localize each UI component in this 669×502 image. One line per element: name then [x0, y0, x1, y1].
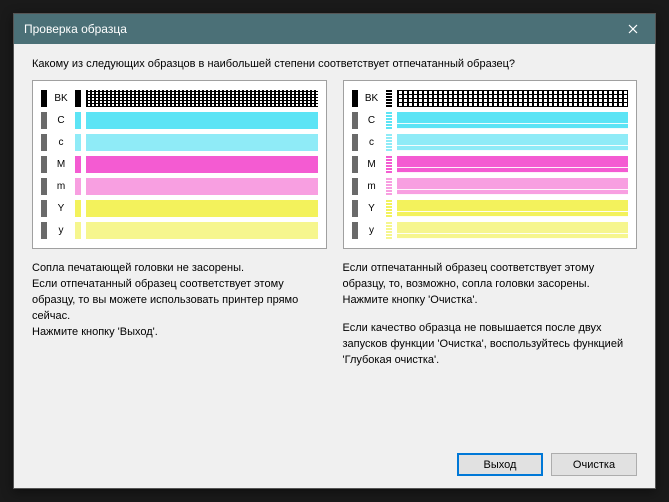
label-C: C — [52, 115, 70, 126]
bstripe-bk — [397, 90, 629, 107]
indicator-M — [41, 156, 47, 173]
bindicator2-m — [386, 178, 392, 195]
indicator-bk — [41, 90, 47, 107]
bindicator-bk — [352, 90, 358, 107]
row-c: c — [41, 132, 318, 153]
bindicator2-bk — [386, 90, 392, 107]
blabel-bk: BK — [363, 93, 381, 104]
desc-bad: Если отпечатанный образец соответствует … — [343, 261, 638, 445]
blabel-m: m — [363, 181, 381, 192]
bstripe-C — [397, 112, 629, 129]
row-bk: BK — [41, 88, 318, 109]
bindicator-c — [352, 134, 358, 151]
stripe-c — [86, 134, 318, 151]
bindicator2-Y — [386, 200, 392, 217]
bstripe-c — [397, 134, 629, 151]
bstripe-y — [397, 222, 629, 239]
indicator2-Y — [75, 200, 81, 217]
label-M: M — [52, 159, 70, 170]
row-m: m — [41, 176, 318, 197]
desc-bad-text-2: Если качество образца не повышается посл… — [343, 321, 638, 369]
desc-good-text: Сопла печатающей головки не засорены. Ес… — [32, 261, 327, 341]
blabel-Y: Y — [363, 203, 381, 214]
indicator2-y — [75, 222, 81, 239]
content-area: Какому из следующих образцов в наибольше… — [14, 44, 655, 488]
bindicator-y — [352, 222, 358, 239]
indicator2-m — [75, 178, 81, 195]
bstripe-m — [397, 178, 629, 195]
button-row: Выход Очистка — [32, 445, 637, 476]
bindicator-C — [352, 112, 358, 129]
indicator2-bk — [75, 90, 81, 107]
bindicator-Y — [352, 200, 358, 217]
label-m: m — [52, 181, 70, 192]
bindicator2-C — [386, 112, 392, 129]
indicator-m — [41, 178, 47, 195]
titlebar: Проверка образца — [14, 14, 655, 44]
stripe-m — [86, 178, 318, 195]
indicator-y — [41, 222, 47, 239]
stripe-bk — [86, 90, 318, 107]
label-Y: Y — [52, 203, 70, 214]
stripe-M — [86, 156, 318, 173]
bstripe-Y — [397, 200, 629, 217]
brow-y: y — [352, 220, 629, 241]
indicator-Y — [41, 200, 47, 217]
row-M: M — [41, 154, 318, 175]
bstripe-M — [397, 156, 629, 173]
close-icon — [628, 24, 638, 34]
row-C: C — [41, 110, 318, 131]
clean-button[interactable]: Очистка — [551, 453, 637, 476]
close-button[interactable] — [610, 14, 655, 44]
stripe-Y — [86, 200, 318, 217]
desc-bad-text-1: Если отпечатанный образец соответствует … — [343, 261, 638, 309]
bindicator-m — [352, 178, 358, 195]
descriptions: Сопла печатающей головки не засорены. Ес… — [32, 261, 637, 445]
stripe-y — [86, 222, 318, 239]
bindicator2-M — [386, 156, 392, 173]
question-text: Какому из следующих образцов в наибольше… — [32, 58, 637, 70]
brow-M: M — [352, 154, 629, 175]
indicator2-c — [75, 134, 81, 151]
indicator2-M — [75, 156, 81, 173]
bindicator-M — [352, 156, 358, 173]
row-y: y — [41, 220, 318, 241]
indicator2-C — [75, 112, 81, 129]
brow-C: C — [352, 110, 629, 131]
indicator-c — [41, 134, 47, 151]
bindicator2-y — [386, 222, 392, 239]
label-y: y — [52, 225, 70, 236]
blabel-M: M — [363, 159, 381, 170]
desc-good: Сопла печатающей головки не засорены. Ес… — [32, 261, 327, 445]
blabel-c: c — [363, 137, 381, 148]
label-c: c — [52, 137, 70, 148]
brow-bk: BK — [352, 88, 629, 109]
dialog-window: Проверка образца Какому из следующих обр… — [13, 13, 656, 489]
brow-Y: Y — [352, 198, 629, 219]
samples-row: BK C c M — [32, 80, 637, 249]
row-Y: Y — [41, 198, 318, 219]
brow-m: m — [352, 176, 629, 197]
window-title: Проверка образца — [24, 22, 610, 36]
blabel-y: y — [363, 225, 381, 236]
blabel-C: C — [363, 115, 381, 126]
brow-c: c — [352, 132, 629, 153]
label-bk: BK — [52, 93, 70, 104]
exit-button[interactable]: Выход — [457, 453, 543, 476]
indicator-C — [41, 112, 47, 129]
stripe-C — [86, 112, 318, 129]
bindicator2-c — [386, 134, 392, 151]
sample-bad: BK C c M — [343, 80, 638, 249]
sample-good: BK C c M — [32, 80, 327, 249]
